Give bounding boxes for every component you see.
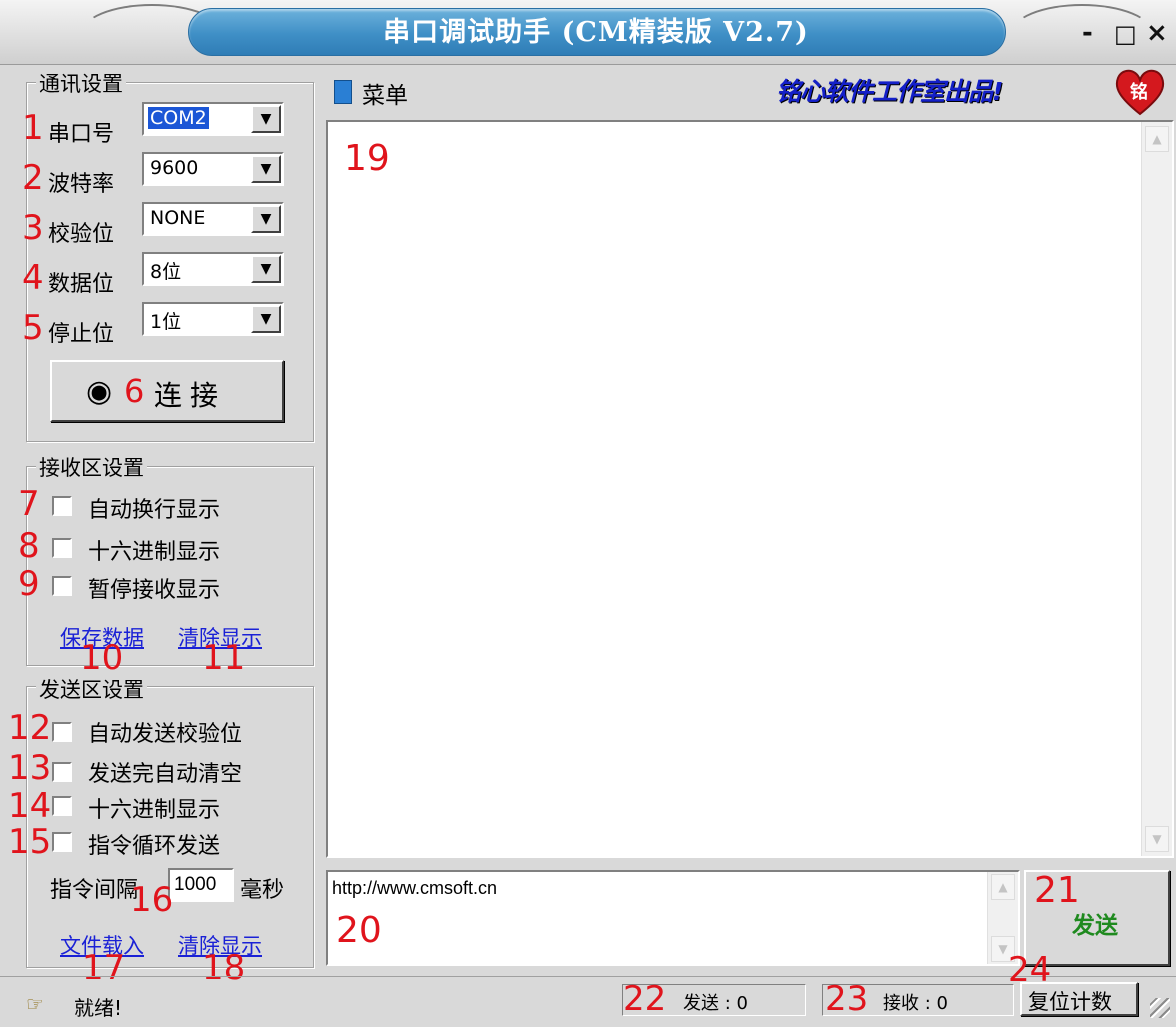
- marker-1: 1: [22, 108, 44, 148]
- marker-13: 13: [8, 748, 52, 788]
- marker-5: 5: [22, 308, 44, 348]
- auto-checksum-checkbox[interactable]: [52, 722, 72, 742]
- chevron-down-icon[interactable]: ▼: [251, 305, 281, 333]
- baud-value: 9600: [150, 157, 199, 179]
- databits-value: 8位: [150, 261, 182, 283]
- marker-9: 9: [18, 564, 40, 604]
- marker-15: 15: [8, 822, 52, 862]
- marker-21: 21: [1034, 870, 1080, 911]
- port-value: COM2: [148, 107, 209, 129]
- maximize-button[interactable]: □: [1114, 20, 1137, 48]
- send-hex-label: 十六进制显示: [88, 798, 221, 823]
- recv-counter: 23 接收 : 0: [822, 979, 1014, 1019]
- marker-19: 19: [344, 138, 390, 179]
- status-ready: 就绪!: [74, 996, 123, 1020]
- marker-24: 24: [1008, 950, 1052, 990]
- scroll-down-icon[interactable]: ▼: [1145, 826, 1169, 852]
- parity-value: NONE: [150, 207, 206, 229]
- send-text: http://www.cmsoft.cn: [332, 878, 498, 898]
- parity-select[interactable]: NONE ▼: [142, 202, 284, 236]
- auto-clear-label: 发送完自动清空: [88, 762, 243, 787]
- send-hex-checkbox[interactable]: [52, 796, 72, 816]
- heart-logo-text: 铭: [1130, 82, 1148, 103]
- marker-17: 17: [82, 948, 126, 988]
- sent-count: 发送 : 0: [683, 993, 748, 1014]
- marker-14: 14: [8, 786, 52, 826]
- stopbits-label: 停止位: [48, 322, 115, 347]
- menu-label[interactable]: 菜单: [362, 76, 408, 110]
- reset-count-label: 复位计数: [1028, 990, 1112, 1014]
- minimize-button[interactable]: -: [1082, 18, 1093, 48]
- send-settings-title: 发送区设置: [36, 674, 147, 704]
- baud-select[interactable]: 9600 ▼: [142, 152, 284, 186]
- pause-recv-checkbox[interactable]: [52, 576, 72, 596]
- status-divider: [0, 976, 1176, 977]
- resize-grip-icon[interactable]: [1150, 998, 1170, 1018]
- interval-unit: 毫秒: [240, 878, 285, 903]
- marker-10: 10: [80, 638, 124, 678]
- port-select[interactable]: COM2 ▼: [142, 102, 284, 136]
- stopbits-select[interactable]: 1位 ▼: [142, 302, 284, 336]
- marker-16: 16: [130, 880, 174, 920]
- loop-send-checkbox[interactable]: [52, 832, 72, 852]
- marker-4: 4: [22, 258, 44, 298]
- comm-settings-title: 通讯设置: [36, 68, 126, 98]
- send-textarea[interactable]: http://www.cmsoft.cn 20 ▲ ▼: [326, 870, 1020, 966]
- connect-button[interactable]: ◉ 6 连接: [50, 360, 284, 422]
- marker-8: 8: [18, 526, 40, 566]
- window-title: 串口调试助手 (CM精装版 V2.7): [383, 17, 809, 48]
- chevron-down-icon[interactable]: ▼: [251, 205, 281, 233]
- studio-banner: 铭心软件工作室出品!: [776, 77, 1003, 106]
- databits-select[interactable]: 8位 ▼: [142, 252, 284, 286]
- interval-input[interactable]: [168, 868, 234, 902]
- marker-7: 7: [18, 484, 40, 524]
- auto-clear-checkbox[interactable]: [52, 762, 72, 782]
- marker-18: 18: [202, 948, 246, 988]
- status-dot-icon: ◉: [86, 374, 113, 409]
- heart-logo-icon: 铭: [1112, 66, 1168, 116]
- marker-23: 23: [825, 979, 869, 1019]
- chevron-down-icon[interactable]: ▼: [251, 105, 281, 133]
- connect-label: 连接: [154, 379, 227, 412]
- baud-label: 波特率: [48, 172, 115, 197]
- marker-6: 6: [124, 372, 145, 410]
- receive-scrollbar[interactable]: ▲ ▼: [1141, 122, 1172, 856]
- menu-icon[interactable]: [334, 80, 352, 104]
- marker-12: 12: [8, 708, 52, 748]
- recv-hex-checkbox[interactable]: [52, 538, 72, 558]
- marker-22: 22: [623, 979, 667, 1019]
- auto-wrap-label: 自动换行显示: [88, 498, 221, 523]
- receive-textarea[interactable]: 19 ▲ ▼: [326, 120, 1174, 858]
- marker-3: 3: [22, 208, 44, 248]
- scroll-up-icon[interactable]: ▲: [1145, 126, 1169, 152]
- parity-label: 校验位: [48, 222, 115, 247]
- scroll-up-icon[interactable]: ▲: [991, 874, 1015, 900]
- auto-checksum-label: 自动发送校验位: [88, 722, 243, 747]
- databits-label: 数据位: [48, 272, 115, 297]
- pause-recv-label: 暂停接收显示: [88, 578, 221, 603]
- sent-counter: 22 发送 : 0: [622, 979, 806, 1019]
- pointing-hand-icon: ☞: [26, 992, 44, 1016]
- marker-20: 20: [336, 910, 382, 951]
- auto-wrap-checkbox[interactable]: [52, 496, 72, 516]
- chevron-down-icon[interactable]: ▼: [251, 155, 281, 183]
- stopbits-value: 1位: [150, 311, 182, 333]
- recv-hex-label: 十六进制显示: [88, 540, 221, 565]
- marker-11: 11: [202, 638, 246, 678]
- recv-count: 接收 : 0: [883, 993, 948, 1014]
- interval-label: 指令间隔: [50, 878, 139, 903]
- close-button[interactable]: ×: [1146, 18, 1168, 48]
- receive-settings-title: 接收区设置: [36, 452, 147, 482]
- port-label: 串口号: [48, 122, 115, 147]
- marker-2: 2: [22, 158, 44, 198]
- send-label: 发送: [1072, 913, 1118, 939]
- loop-send-label: 指令循环发送: [88, 834, 221, 859]
- chevron-down-icon[interactable]: ▼: [251, 255, 281, 283]
